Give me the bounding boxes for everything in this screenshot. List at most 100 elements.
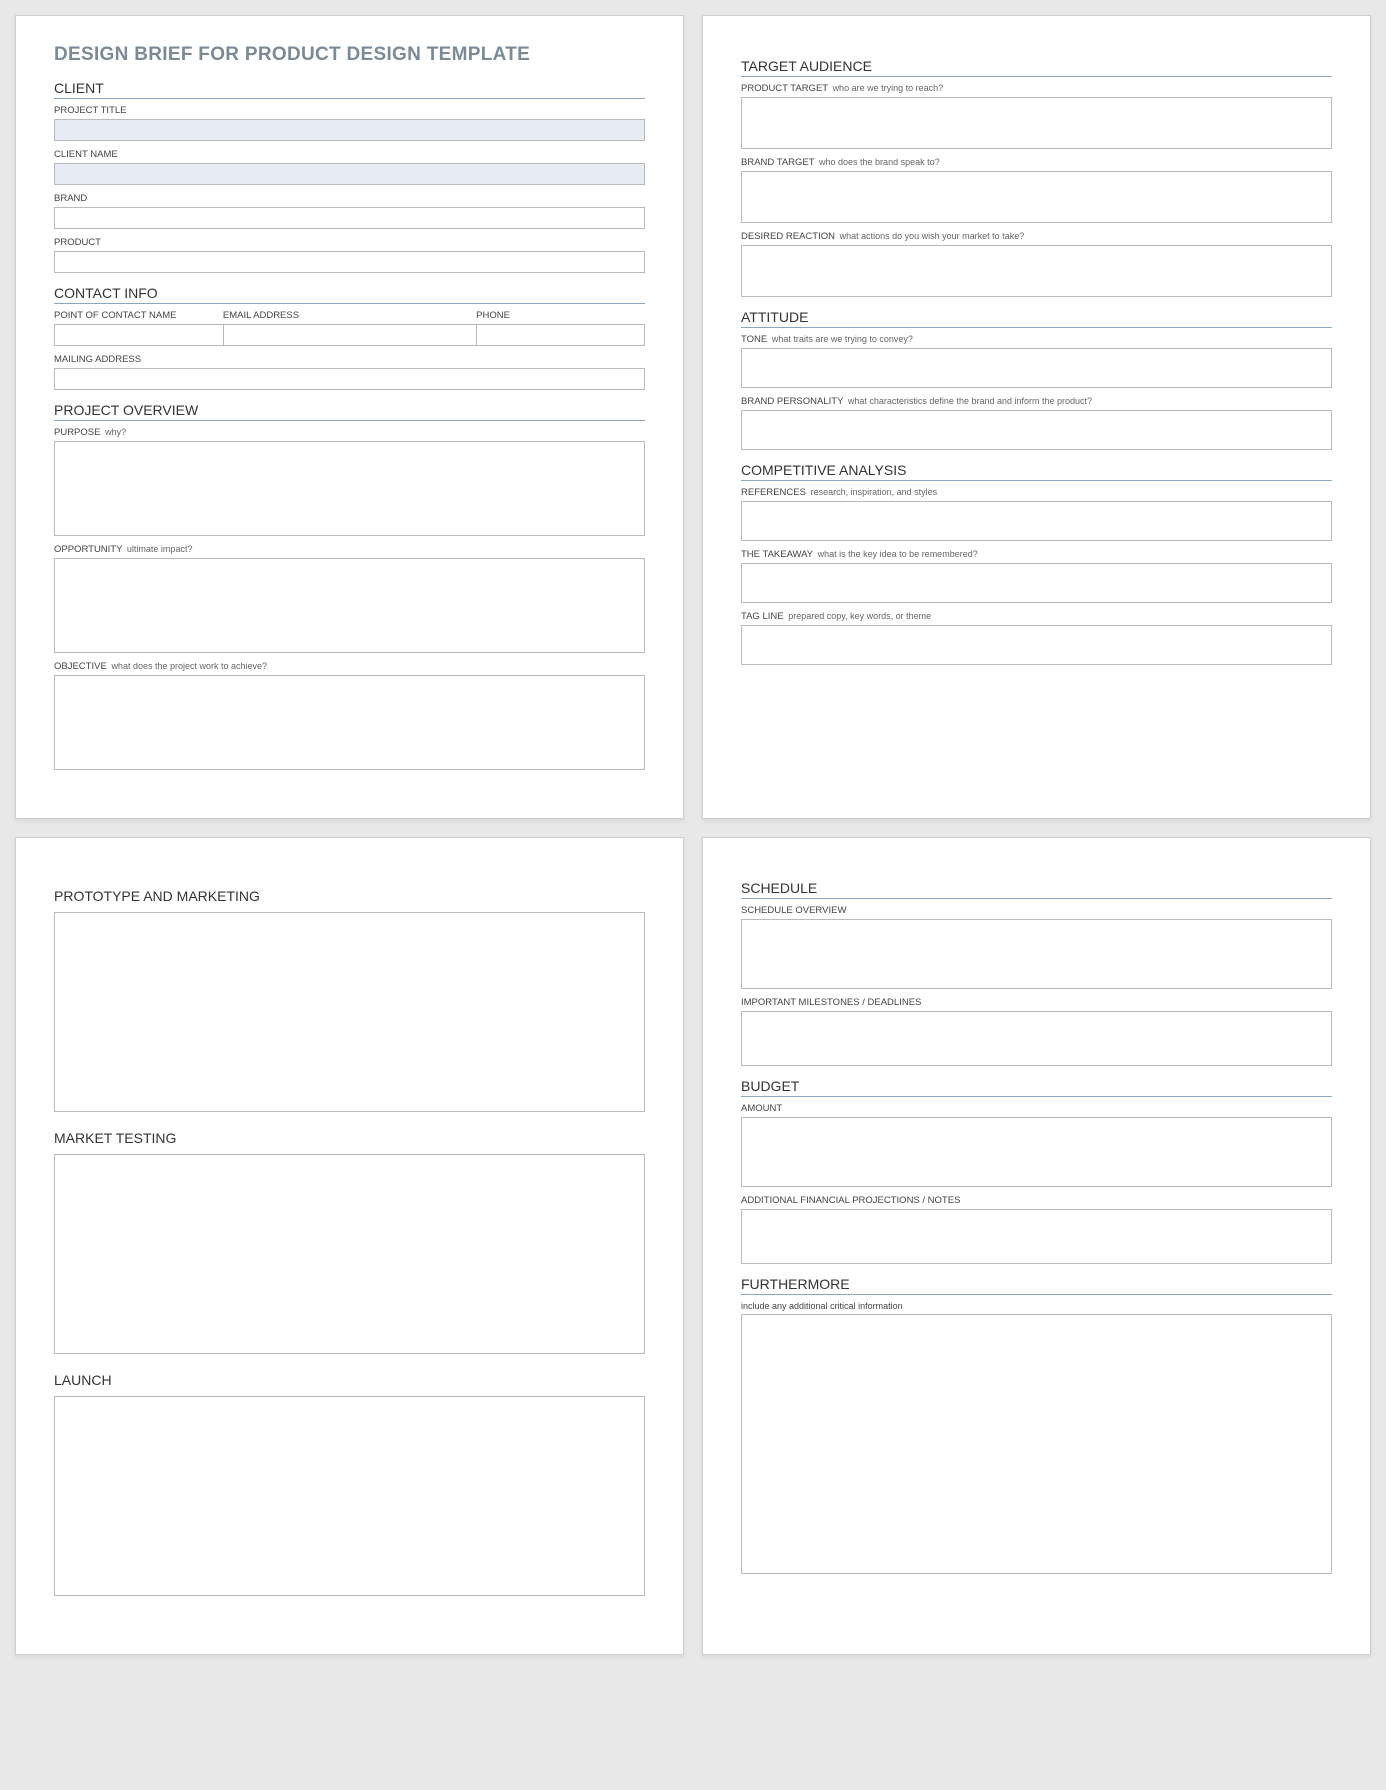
label-brand: BRAND	[54, 193, 645, 204]
label-prototype-marketing: PROTOTYPE AND MARKETING	[54, 888, 645, 906]
label-mailing: MAILING ADDRESS	[54, 354, 645, 365]
hint-opportunity: ultimate impact?	[127, 544, 193, 554]
label-objective-text: OBJECTIVE	[54, 661, 107, 672]
field-takeaway: THE TAKEAWAY what is the key idea to be …	[741, 549, 1332, 603]
label-schedule-overview: SCHEDULE OVERVIEW	[741, 905, 1332, 916]
input-mailing[interactable]	[54, 368, 645, 390]
label-takeaway: THE TAKEAWAY what is the key idea to be …	[741, 549, 1332, 560]
field-brand-target: BRAND TARGET who does the brand speak to…	[741, 157, 1332, 223]
input-client-name[interactable]	[54, 163, 645, 185]
field-client-name: CLIENT NAME	[54, 149, 645, 185]
hint-tagline: prepared copy, key words, or theme	[788, 611, 931, 621]
section-contact: CONTACT INFO	[54, 285, 645, 304]
section-competitive: COMPETITIVE ANALYSIS	[741, 462, 1332, 481]
label-client-name: CLIENT NAME	[54, 149, 645, 160]
hint-desired-reaction: what actions do you wish your market to …	[840, 231, 1025, 241]
page-1: DESIGN BRIEF FOR PRODUCT DESIGN TEMPLATE…	[15, 15, 684, 819]
label-brand-target-text: BRAND TARGET	[741, 157, 814, 168]
field-opportunity: OPPORTUNITY ultimate impact?	[54, 544, 645, 653]
input-objective[interactable]	[54, 675, 645, 770]
page-grid: DESIGN BRIEF FOR PRODUCT DESIGN TEMPLATE…	[15, 15, 1371, 1655]
field-project-title: PROJECT TITLE	[54, 105, 645, 141]
label-desired-reaction-text: DESIRED REACTION	[741, 231, 835, 242]
input-phone[interactable]	[476, 324, 645, 346]
field-product-target: PRODUCT TARGET who are we trying to reac…	[741, 83, 1332, 149]
input-poc[interactable]	[54, 324, 223, 346]
input-product-target[interactable]	[741, 97, 1332, 149]
input-tone[interactable]	[741, 348, 1332, 388]
input-market-testing[interactable]	[54, 1154, 645, 1354]
input-purpose[interactable]	[54, 441, 645, 536]
label-opportunity-text: OPPORTUNITY	[54, 544, 122, 555]
input-furthermore[interactable]	[741, 1314, 1332, 1574]
label-brand-target: BRAND TARGET who does the brand speak to…	[741, 157, 1332, 168]
input-desired-reaction[interactable]	[741, 245, 1332, 297]
label-objective: OBJECTIVE what does the project work to …	[54, 661, 645, 672]
field-budget-amount: AMOUNT	[741, 1103, 1332, 1187]
field-email: EMAIL ADDRESS	[223, 310, 476, 346]
input-project-title[interactable]	[54, 119, 645, 141]
label-milestones: IMPORTANT MILESTONES / DEADLINES	[741, 997, 1332, 1008]
field-purpose: PURPOSE why?	[54, 427, 645, 536]
input-brand-target[interactable]	[741, 171, 1332, 223]
input-product[interactable]	[54, 251, 645, 273]
label-phone: PHONE	[476, 310, 645, 321]
field-launch: LAUNCH	[54, 1372, 645, 1596]
label-launch: LAUNCH	[54, 1372, 645, 1390]
field-references: REFERENCES research, inspiration, and st…	[741, 487, 1332, 541]
main-title: DESIGN BRIEF FOR PRODUCT DESIGN TEMPLATE	[54, 44, 645, 66]
field-brand: BRAND	[54, 193, 645, 229]
field-milestones: IMPORTANT MILESTONES / DEADLINES	[741, 997, 1332, 1066]
input-brand-personality[interactable]	[741, 410, 1332, 450]
section-client: CLIENT	[54, 80, 645, 99]
field-furthermore: include any additional critical informat…	[741, 1301, 1332, 1574]
hint-takeaway: what is the key idea to be remembered?	[818, 549, 978, 559]
input-milestones[interactable]	[741, 1011, 1332, 1066]
input-takeaway[interactable]	[741, 563, 1332, 603]
label-poc: POINT OF CONTACT NAME	[54, 310, 223, 321]
hint-product-target: who are we trying to reach?	[833, 83, 944, 93]
label-tagline: TAG LINE prepared copy, key words, or th…	[741, 611, 1332, 622]
input-tagline[interactable]	[741, 625, 1332, 665]
input-launch[interactable]	[54, 1396, 645, 1596]
label-email: EMAIL ADDRESS	[223, 310, 476, 321]
section-target-audience: TARGET AUDIENCE	[741, 58, 1332, 77]
page-2: TARGET AUDIENCE PRODUCT TARGET who are w…	[702, 15, 1371, 819]
label-product: PRODUCT	[54, 237, 645, 248]
field-brand-personality: BRAND PERSONALITY what characteristics d…	[741, 396, 1332, 450]
section-attitude: ATTITUDE	[741, 309, 1332, 328]
input-schedule-overview[interactable]	[741, 919, 1332, 989]
label-product-target-text: PRODUCT TARGET	[741, 83, 828, 94]
label-tagline-text: TAG LINE	[741, 611, 784, 622]
field-tagline: TAG LINE prepared copy, key words, or th…	[741, 611, 1332, 665]
input-prototype-marketing[interactable]	[54, 912, 645, 1112]
label-takeaway-text: THE TAKEAWAY	[741, 549, 813, 560]
page-3: PROTOTYPE AND MARKETING MARKET TESTING L…	[15, 837, 684, 1655]
input-opportunity[interactable]	[54, 558, 645, 653]
label-budget-notes: ADDITIONAL FINANCIAL PROJECTIONS / NOTES	[741, 1195, 1332, 1206]
input-budget-amount[interactable]	[741, 1117, 1332, 1187]
input-brand[interactable]	[54, 207, 645, 229]
input-budget-notes[interactable]	[741, 1209, 1332, 1264]
label-opportunity: OPPORTUNITY ultimate impact?	[54, 544, 645, 555]
hint-brand-personality: what characteristics define the brand an…	[848, 396, 1092, 406]
label-references: REFERENCES research, inspiration, and st…	[741, 487, 1332, 498]
field-budget-notes: ADDITIONAL FINANCIAL PROJECTIONS / NOTES	[741, 1195, 1332, 1264]
section-furthermore: FURTHERMORE	[741, 1276, 1332, 1295]
input-email[interactable]	[223, 324, 476, 346]
page-4: SCHEDULE SCHEDULE OVERVIEW IMPORTANT MIL…	[702, 837, 1371, 1655]
field-poc: POINT OF CONTACT NAME	[54, 310, 223, 346]
hint-tone: what traits are we trying to convey?	[772, 334, 913, 344]
field-mailing: MAILING ADDRESS	[54, 354, 645, 390]
field-phone: PHONE	[476, 310, 645, 346]
label-product-target: PRODUCT TARGET who are we trying to reac…	[741, 83, 1332, 94]
field-objective: OBJECTIVE what does the project work to …	[54, 661, 645, 770]
input-references[interactable]	[741, 501, 1332, 541]
label-purpose: PURPOSE why?	[54, 427, 645, 438]
field-prototype-marketing: PROTOTYPE AND MARKETING	[54, 888, 645, 1112]
label-budget-amount: AMOUNT	[741, 1103, 1332, 1114]
label-purpose-text: PURPOSE	[54, 427, 100, 438]
hint-brand-target: who does the brand speak to?	[819, 157, 940, 167]
label-desired-reaction: DESIRED REACTION what actions do you wis…	[741, 231, 1332, 242]
section-overview: PROJECT OVERVIEW	[54, 402, 645, 421]
